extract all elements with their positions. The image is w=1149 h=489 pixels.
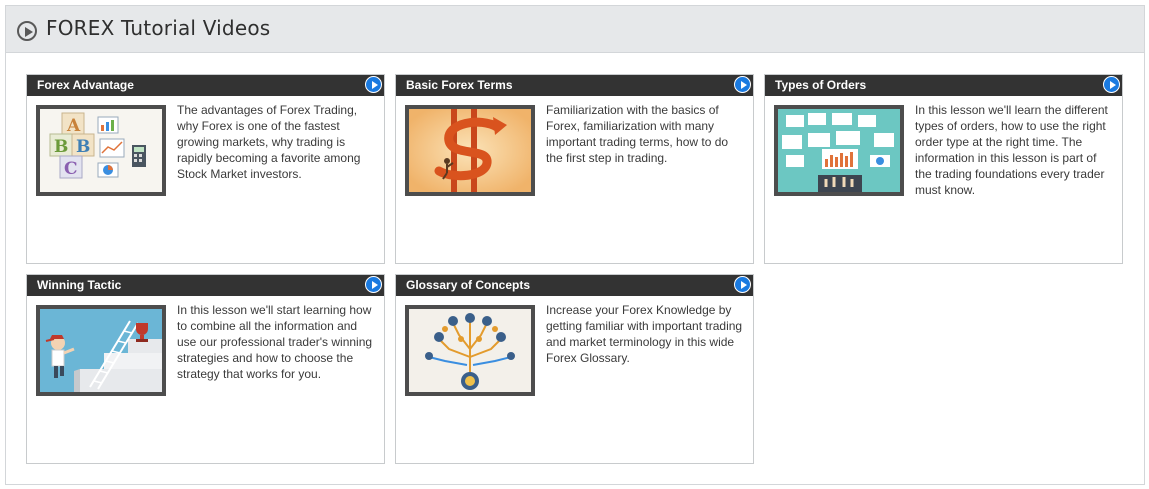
knowledge-tree-thumbnail[interactable] bbox=[405, 305, 535, 396]
video-card-basic-forex-terms[interactable]: Basic Forex Terms Familiarization with t… bbox=[395, 74, 754, 264]
card-description: Increase your Forex Knowledge by getting… bbox=[546, 303, 743, 365]
card-header: Types of Orders bbox=[765, 75, 1122, 96]
card-title[interactable]: Types of Orders bbox=[775, 78, 866, 92]
play-icon[interactable] bbox=[1103, 76, 1120, 93]
video-card-winning-tactic[interactable]: Winning Tactic In this lesson we'll star… bbox=[26, 274, 385, 464]
card-header: Basic Forex Terms bbox=[396, 75, 753, 96]
trading-charts-thumbnail[interactable] bbox=[774, 105, 904, 196]
card-title[interactable]: Glossary of Concepts bbox=[406, 278, 530, 292]
play-icon[interactable] bbox=[365, 276, 382, 293]
card-title[interactable]: Winning Tactic bbox=[37, 278, 121, 292]
card-description: The advantages of Forex Trading, why For… bbox=[177, 103, 361, 181]
card-title[interactable]: Basic Forex Terms bbox=[406, 78, 513, 92]
svg-text:A: A bbox=[66, 116, 81, 136]
play-icon[interactable] bbox=[365, 76, 382, 93]
play-circle-icon bbox=[17, 21, 37, 41]
card-header: Glossary of Concepts bbox=[396, 275, 753, 296]
card-title[interactable]: Forex Advantage bbox=[37, 78, 134, 92]
play-icon[interactable] bbox=[734, 76, 751, 93]
card-description: Familiarization with the basics of Forex… bbox=[546, 103, 729, 165]
svg-text:B: B bbox=[54, 137, 68, 157]
trophy-climb-thumbnail[interactable] bbox=[36, 305, 166, 396]
panel-header: FOREX Tutorial Videos bbox=[6, 6, 1144, 53]
video-card-types-of-orders[interactable]: Types of Orders In this lesson we'll lea… bbox=[764, 74, 1123, 264]
panel-title: FOREX Tutorial Videos bbox=[46, 16, 271, 40]
abc-blocks-thumbnail[interactable]: A B B C bbox=[36, 105, 166, 196]
dollar-sign-thumbnail[interactable] bbox=[405, 105, 535, 196]
card-description: In this lesson we'll start learning how … bbox=[177, 303, 373, 381]
svg-text:B: B bbox=[76, 137, 90, 157]
play-icon[interactable] bbox=[734, 276, 751, 293]
svg-text:C: C bbox=[64, 159, 78, 179]
card-header: Forex Advantage bbox=[27, 75, 384, 96]
video-card-forex-advantage[interactable]: Forex Advantage A B B C The advantages o… bbox=[26, 74, 385, 264]
card-header: Winning Tactic bbox=[27, 275, 384, 296]
video-card-glossary-of-concepts[interactable]: Glossary of Concepts Increase your Forex… bbox=[395, 274, 754, 464]
card-description: In this lesson we'll learn the different… bbox=[915, 103, 1108, 197]
